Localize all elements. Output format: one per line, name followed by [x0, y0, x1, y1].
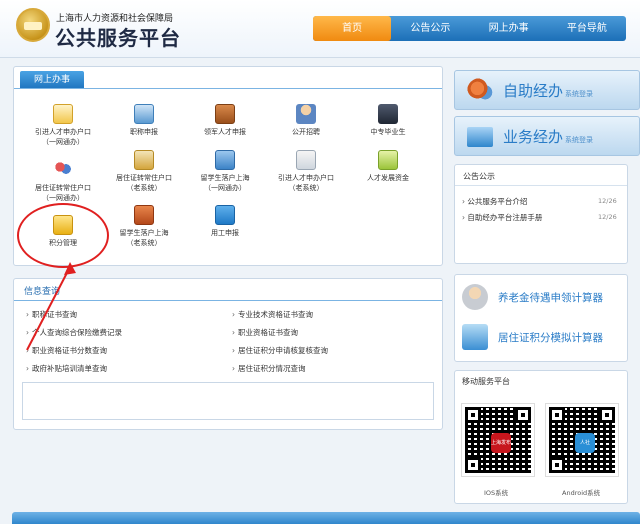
- business-login-button[interactable]: 业务经办 系统登录: [454, 116, 640, 156]
- notice-registration-manual[interactable]: 自助经办平台注册手册: [462, 212, 542, 223]
- users-icon: [467, 78, 493, 104]
- mobile-title: 移动服务平台: [462, 377, 510, 386]
- notice-date: 12/26: [598, 213, 617, 221]
- elderly-person-icon: [462, 284, 488, 310]
- hr-social-logo: 人社: [575, 433, 595, 453]
- ios-label: IOS系统: [484, 489, 509, 497]
- shanghai-release-logo: 上海发布: [491, 433, 511, 453]
- business-sub: 系统登录: [565, 136, 594, 144]
- notice-platform-intro[interactable]: 公共服务平台介绍: [462, 196, 527, 207]
- android-label: Android系统: [562, 489, 601, 497]
- pension-calculator-link[interactable]: 养老金待遇申领计算器: [462, 282, 622, 314]
- pension-calculator-label: 养老金待遇申领计算器: [498, 292, 603, 304]
- residence-points-calculator-label: 居住证积分模拟计算器: [498, 332, 603, 344]
- business-title: 业务经办: [503, 128, 564, 146]
- ios-qr-code[interactable]: 上海发布: [461, 403, 535, 477]
- footer-bar: [12, 512, 640, 524]
- monitor-icon: [467, 127, 493, 147]
- buildings-icon: [462, 324, 488, 350]
- residence-points-calculator-link[interactable]: 居住证积分模拟计算器: [462, 322, 622, 354]
- self-service-login-button[interactable]: 自助经办 系统登录: [454, 70, 640, 110]
- notice-date: 12/26: [598, 197, 617, 205]
- self-service-sub: 系统登录: [565, 90, 594, 98]
- self-service-title: 自助经办: [503, 82, 564, 100]
- android-qr-code[interactable]: 人社: [545, 403, 619, 477]
- notices-title: 公告公示: [463, 172, 495, 181]
